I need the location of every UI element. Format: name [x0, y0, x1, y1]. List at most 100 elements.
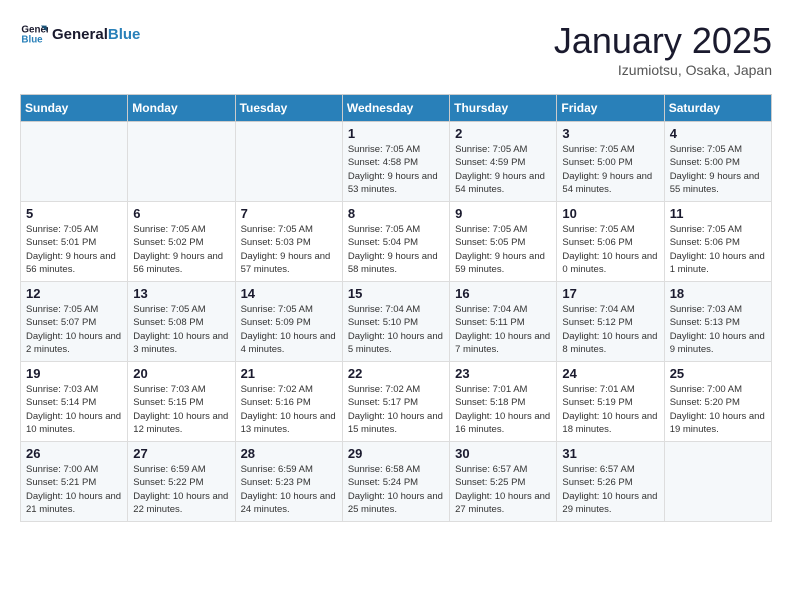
day-info: Sunrise: 7:01 AMSunset: 5:19 PMDaylight:…	[562, 383, 658, 436]
day-cell	[21, 122, 128, 202]
day-number: 22	[348, 366, 444, 381]
day-number: 21	[241, 366, 337, 381]
page-header: General Blue GeneralBlue January 2025 Iz…	[20, 20, 772, 78]
weekday-header-saturday: Saturday	[664, 95, 771, 122]
day-info: Sunrise: 7:01 AMSunset: 5:18 PMDaylight:…	[455, 383, 551, 436]
day-info: Sunrise: 7:02 AMSunset: 5:16 PMDaylight:…	[241, 383, 337, 436]
day-info: Sunrise: 7:05 AMSunset: 4:58 PMDaylight:…	[348, 143, 444, 196]
day-info: Sunrise: 6:59 AMSunset: 5:23 PMDaylight:…	[241, 463, 337, 516]
day-number: 24	[562, 366, 658, 381]
day-number: 5	[26, 206, 122, 221]
day-cell: 19 Sunrise: 7:03 AMSunset: 5:14 PMDaylig…	[21, 362, 128, 442]
day-cell: 28 Sunrise: 6:59 AMSunset: 5:23 PMDaylig…	[235, 442, 342, 522]
day-info: Sunrise: 7:05 AMSunset: 5:03 PMDaylight:…	[241, 223, 337, 276]
day-cell: 25 Sunrise: 7:00 AMSunset: 5:20 PMDaylig…	[664, 362, 771, 442]
day-cell: 4 Sunrise: 7:05 AMSunset: 5:00 PMDayligh…	[664, 122, 771, 202]
day-info: Sunrise: 7:05 AMSunset: 5:07 PMDaylight:…	[26, 303, 122, 356]
day-number: 7	[241, 206, 337, 221]
logo-text: GeneralBlue	[52, 26, 140, 43]
day-cell: 13 Sunrise: 7:05 AMSunset: 5:08 PMDaylig…	[128, 282, 235, 362]
day-cell: 14 Sunrise: 7:05 AMSunset: 5:09 PMDaylig…	[235, 282, 342, 362]
week-row-2: 5 Sunrise: 7:05 AMSunset: 5:01 PMDayligh…	[21, 202, 772, 282]
weekday-header-thursday: Thursday	[450, 95, 557, 122]
day-number: 31	[562, 446, 658, 461]
day-cell: 7 Sunrise: 7:05 AMSunset: 5:03 PMDayligh…	[235, 202, 342, 282]
day-cell: 16 Sunrise: 7:04 AMSunset: 5:11 PMDaylig…	[450, 282, 557, 362]
day-cell: 27 Sunrise: 6:59 AMSunset: 5:22 PMDaylig…	[128, 442, 235, 522]
day-number: 29	[348, 446, 444, 461]
week-row-5: 26 Sunrise: 7:00 AMSunset: 5:21 PMDaylig…	[21, 442, 772, 522]
day-number: 19	[26, 366, 122, 381]
day-number: 4	[670, 126, 766, 141]
day-number: 11	[670, 206, 766, 221]
day-number: 3	[562, 126, 658, 141]
day-info: Sunrise: 7:00 AMSunset: 5:21 PMDaylight:…	[26, 463, 122, 516]
day-info: Sunrise: 7:05 AMSunset: 4:59 PMDaylight:…	[455, 143, 551, 196]
day-info: Sunrise: 7:05 AMSunset: 5:00 PMDaylight:…	[562, 143, 658, 196]
calendar-table: SundayMondayTuesdayWednesdayThursdayFrid…	[20, 94, 772, 522]
day-info: Sunrise: 7:05 AMSunset: 5:06 PMDaylight:…	[670, 223, 766, 276]
day-info: Sunrise: 7:02 AMSunset: 5:17 PMDaylight:…	[348, 383, 444, 436]
day-info: Sunrise: 7:03 AMSunset: 5:14 PMDaylight:…	[26, 383, 122, 436]
day-cell: 31 Sunrise: 6:57 AMSunset: 5:26 PMDaylig…	[557, 442, 664, 522]
day-info: Sunrise: 7:04 AMSunset: 5:12 PMDaylight:…	[562, 303, 658, 356]
day-cell: 12 Sunrise: 7:05 AMSunset: 5:07 PMDaylig…	[21, 282, 128, 362]
day-number: 15	[348, 286, 444, 301]
logo-icon: General Blue	[20, 20, 48, 48]
weekday-header-monday: Monday	[128, 95, 235, 122]
day-cell: 18 Sunrise: 7:03 AMSunset: 5:13 PMDaylig…	[664, 282, 771, 362]
day-number: 2	[455, 126, 551, 141]
week-row-4: 19 Sunrise: 7:03 AMSunset: 5:14 PMDaylig…	[21, 362, 772, 442]
day-cell: 8 Sunrise: 7:05 AMSunset: 5:04 PMDayligh…	[342, 202, 449, 282]
day-cell: 5 Sunrise: 7:05 AMSunset: 5:01 PMDayligh…	[21, 202, 128, 282]
title-block: January 2025 Izumiotsu, Osaka, Japan	[554, 20, 772, 78]
day-cell: 22 Sunrise: 7:02 AMSunset: 5:17 PMDaylig…	[342, 362, 449, 442]
day-cell	[235, 122, 342, 202]
day-cell: 23 Sunrise: 7:01 AMSunset: 5:18 PMDaylig…	[450, 362, 557, 442]
day-number: 6	[133, 206, 229, 221]
day-cell: 26 Sunrise: 7:00 AMSunset: 5:21 PMDaylig…	[21, 442, 128, 522]
day-cell: 21 Sunrise: 7:02 AMSunset: 5:16 PMDaylig…	[235, 362, 342, 442]
day-number: 1	[348, 126, 444, 141]
day-info: Sunrise: 7:05 AMSunset: 5:08 PMDaylight:…	[133, 303, 229, 356]
day-info: Sunrise: 7:03 AMSunset: 5:13 PMDaylight:…	[670, 303, 766, 356]
day-cell: 24 Sunrise: 7:01 AMSunset: 5:19 PMDaylig…	[557, 362, 664, 442]
day-info: Sunrise: 6:57 AMSunset: 5:25 PMDaylight:…	[455, 463, 551, 516]
day-cell: 9 Sunrise: 7:05 AMSunset: 5:05 PMDayligh…	[450, 202, 557, 282]
day-info: Sunrise: 7:00 AMSunset: 5:20 PMDaylight:…	[670, 383, 766, 436]
day-info: Sunrise: 7:05 AMSunset: 5:02 PMDaylight:…	[133, 223, 229, 276]
day-cell: 3 Sunrise: 7:05 AMSunset: 5:00 PMDayligh…	[557, 122, 664, 202]
day-number: 25	[670, 366, 766, 381]
month-title: January 2025	[554, 20, 772, 62]
day-info: Sunrise: 6:57 AMSunset: 5:26 PMDaylight:…	[562, 463, 658, 516]
day-number: 10	[562, 206, 658, 221]
svg-text:Blue: Blue	[21, 34, 43, 45]
week-row-1: 1 Sunrise: 7:05 AMSunset: 4:58 PMDayligh…	[21, 122, 772, 202]
day-number: 18	[670, 286, 766, 301]
day-cell	[664, 442, 771, 522]
weekday-header-row: SundayMondayTuesdayWednesdayThursdayFrid…	[21, 95, 772, 122]
day-info: Sunrise: 7:05 AMSunset: 5:05 PMDaylight:…	[455, 223, 551, 276]
day-info: Sunrise: 7:04 AMSunset: 5:10 PMDaylight:…	[348, 303, 444, 356]
day-cell: 17 Sunrise: 7:04 AMSunset: 5:12 PMDaylig…	[557, 282, 664, 362]
day-info: Sunrise: 7:05 AMSunset: 5:06 PMDaylight:…	[562, 223, 658, 276]
day-info: Sunrise: 6:58 AMSunset: 5:24 PMDaylight:…	[348, 463, 444, 516]
day-info: Sunrise: 7:05 AMSunset: 5:00 PMDaylight:…	[670, 143, 766, 196]
day-cell: 15 Sunrise: 7:04 AMSunset: 5:10 PMDaylig…	[342, 282, 449, 362]
day-cell	[128, 122, 235, 202]
day-info: Sunrise: 7:03 AMSunset: 5:15 PMDaylight:…	[133, 383, 229, 436]
day-info: Sunrise: 7:05 AMSunset: 5:01 PMDaylight:…	[26, 223, 122, 276]
day-cell: 20 Sunrise: 7:03 AMSunset: 5:15 PMDaylig…	[128, 362, 235, 442]
day-cell: 2 Sunrise: 7:05 AMSunset: 4:59 PMDayligh…	[450, 122, 557, 202]
day-number: 17	[562, 286, 658, 301]
day-cell: 30 Sunrise: 6:57 AMSunset: 5:25 PMDaylig…	[450, 442, 557, 522]
day-number: 13	[133, 286, 229, 301]
day-number: 20	[133, 366, 229, 381]
day-number: 30	[455, 446, 551, 461]
weekday-header-tuesday: Tuesday	[235, 95, 342, 122]
day-cell: 1 Sunrise: 7:05 AMSunset: 4:58 PMDayligh…	[342, 122, 449, 202]
day-number: 8	[348, 206, 444, 221]
day-cell: 29 Sunrise: 6:58 AMSunset: 5:24 PMDaylig…	[342, 442, 449, 522]
day-info: Sunrise: 7:05 AMSunset: 5:09 PMDaylight:…	[241, 303, 337, 356]
day-info: Sunrise: 6:59 AMSunset: 5:22 PMDaylight:…	[133, 463, 229, 516]
